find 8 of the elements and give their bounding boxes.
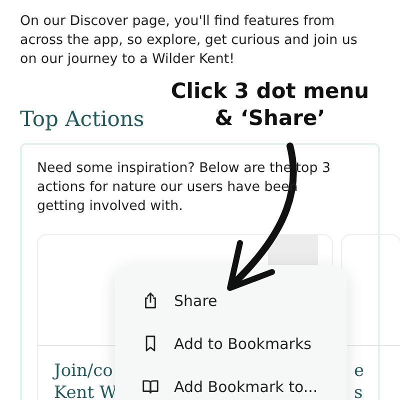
annotation-text: & ‘Share’ bbox=[214, 105, 326, 132]
intro-paragraph: On our Discover page, you'll find features from across the app, so explore, get curious and join us on our journey to a Wilder Kent! bbox=[19, 13, 358, 69]
action-title: Kent W bbox=[54, 382, 117, 400]
section-title: Top Actions bbox=[20, 107, 144, 131]
action-title: Join/co bbox=[54, 360, 113, 382]
action-title: e bbox=[354, 360, 364, 382]
annotation-text: Click 3 dot menu bbox=[170, 78, 370, 105]
action-title: s bbox=[354, 382, 363, 400]
